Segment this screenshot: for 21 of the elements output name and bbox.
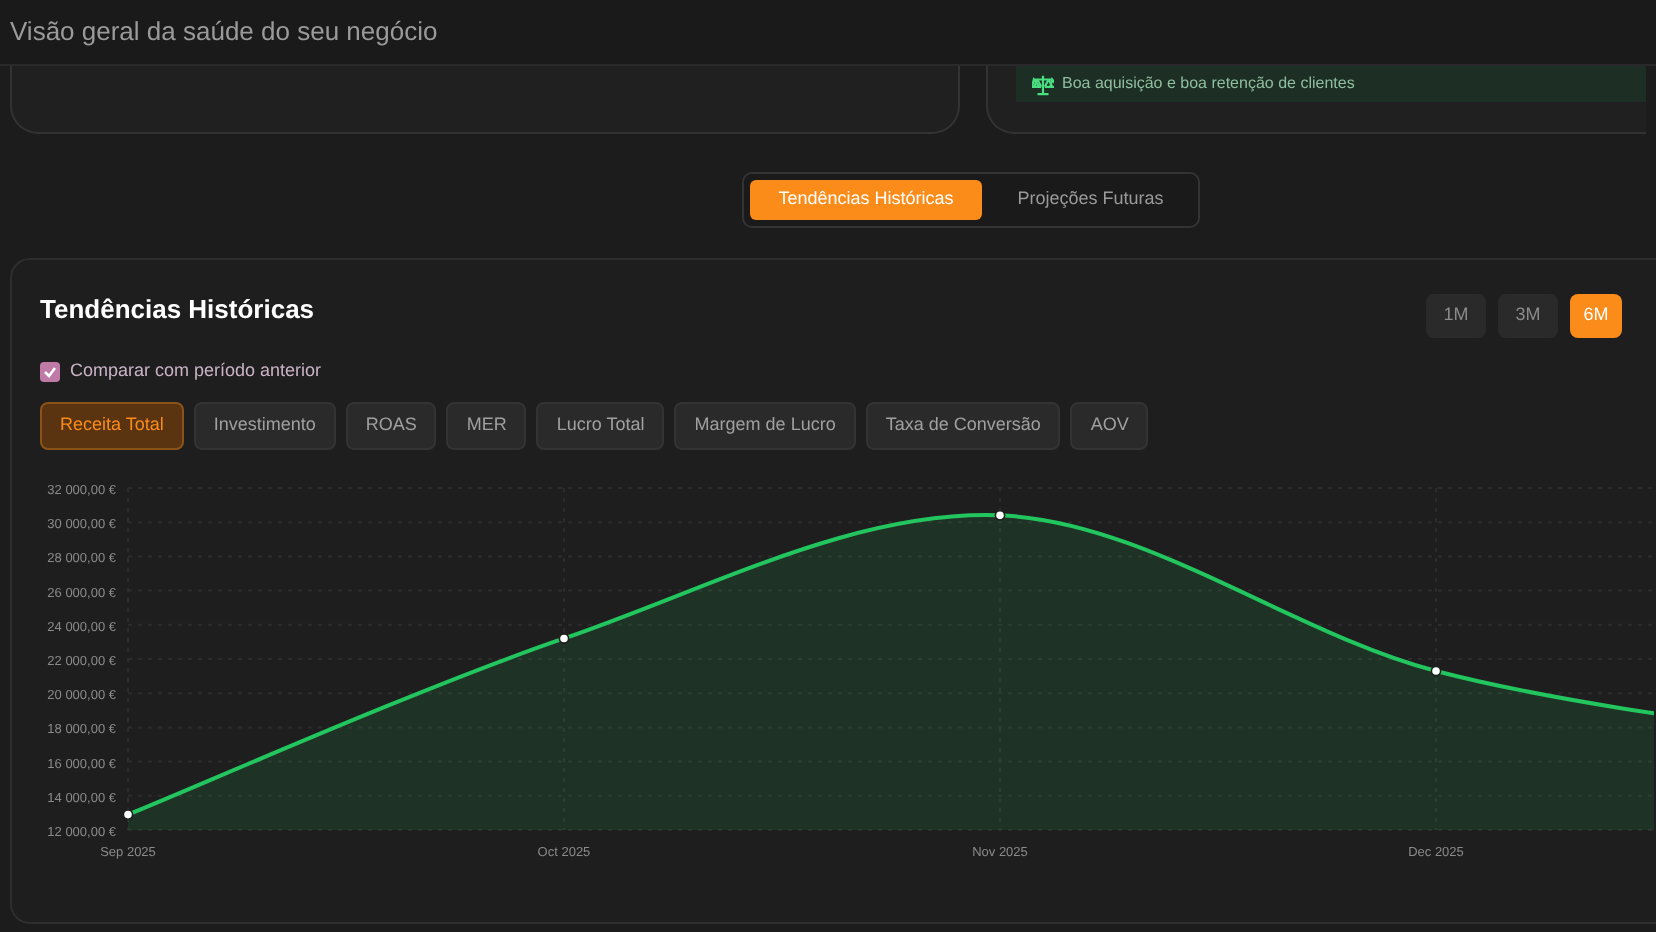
metric-chip[interactable]: Investimento [193,401,336,449]
page-subtitle: Visão geral da saúde do seu negócio [10,14,438,51]
insight-text: Boa aquisição e boa retenção de clientes [1062,72,1355,96]
metric-chip[interactable]: Margem de Lucro [674,401,856,449]
data-point [1430,664,1442,676]
metric-chip[interactable]: Taxa de Conversão [865,401,1061,449]
metric-chip[interactable]: AOV [1070,401,1149,449]
metric-chip[interactable]: Receita Total [40,401,184,449]
data-point [122,808,134,819]
scale-icon [1032,73,1054,95]
range-button[interactable]: 1M [1426,294,1486,338]
data-point [558,632,570,643]
range-button[interactable]: 3M [1498,294,1558,338]
metric-chip[interactable]: Lucro Total [536,401,665,449]
view-tab[interactable]: Projeções Futuras [989,180,1192,220]
panel-title: Tendências Históricas [40,292,315,328]
metric-chip[interactable]: ROAS [345,401,437,449]
compare-label: Comparar com período anterior [70,358,322,384]
metric-chip[interactable]: MER [446,401,527,449]
data-point [994,508,1006,520]
compare-checkbox[interactable] [40,361,60,382]
